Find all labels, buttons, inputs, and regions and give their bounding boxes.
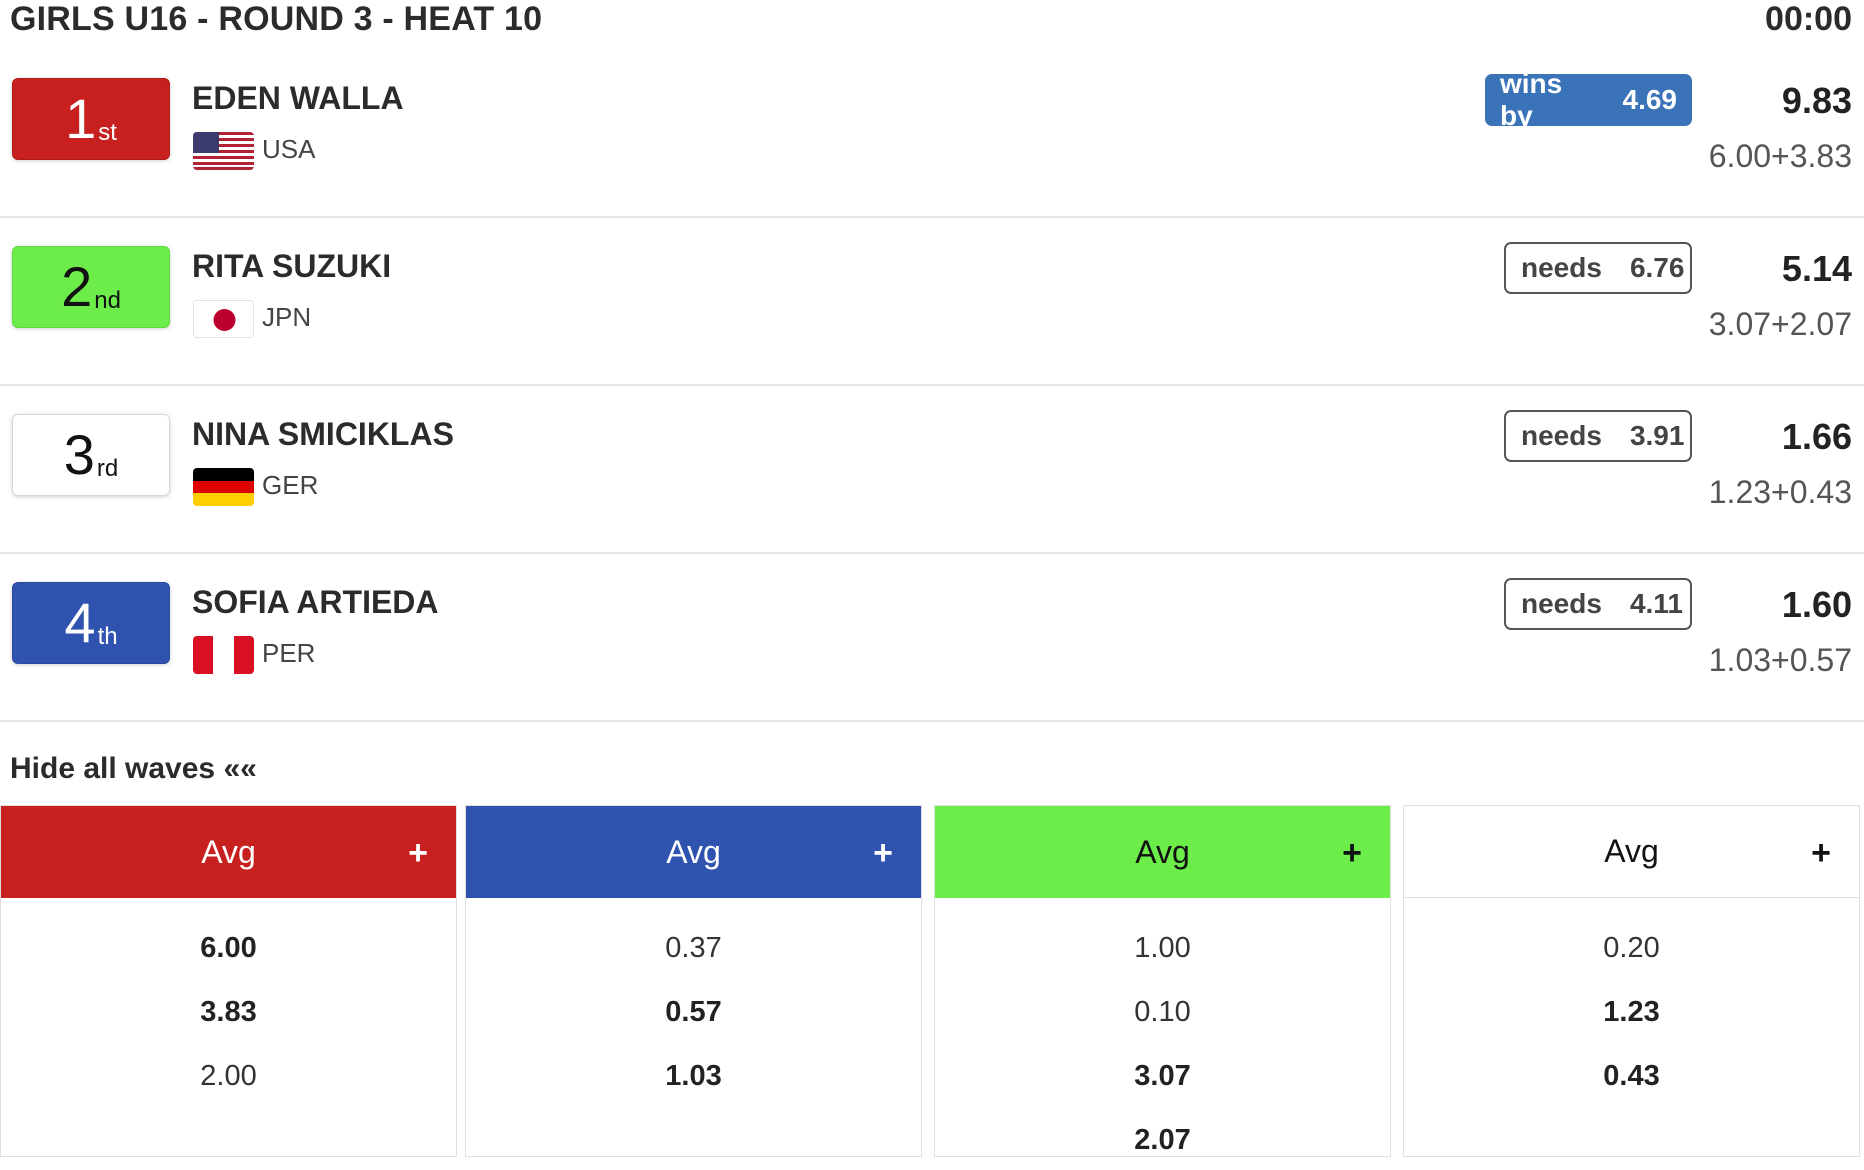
athlete-name: SOFIA ARTIEDA bbox=[192, 584, 439, 620]
country-code: PER bbox=[262, 638, 316, 668]
heat-page: GIRLS U16 - ROUND 3 - HEAT 10 00:00 1 st… bbox=[0, 0, 1864, 1170]
total-score: 5.14 bbox=[1781, 248, 1852, 289]
expand-plus-icon[interactable]: + bbox=[873, 834, 893, 873]
expand-plus-icon[interactable]: + bbox=[408, 834, 428, 873]
wave-column-title: Avg bbox=[201, 833, 256, 870]
wave-column-red: Avg + 6.00 3.83 2.00 bbox=[0, 805, 457, 1157]
badge-label: needs bbox=[1521, 588, 1602, 619]
place-number: 2 bbox=[61, 255, 93, 318]
athlete-name: NINA SMICIKLAS bbox=[192, 416, 454, 452]
peru-flag-icon bbox=[193, 636, 254, 674]
wave-score: 6.00 bbox=[200, 931, 257, 964]
wave-score: 0.57 bbox=[665, 995, 722, 1028]
wave-score: 3.83 bbox=[200, 995, 257, 1028]
total-score: 1.66 bbox=[1781, 416, 1852, 457]
wave-score-list: 1.00 0.10 3.07 2.07 bbox=[935, 898, 1390, 1170]
athlete-row-2[interactable]: 2 nd RITA SUZUKI JPN needs 6.76 5.14 3.0… bbox=[0, 218, 1864, 386]
place-badge: 1 st bbox=[12, 78, 170, 160]
wave-score-list: 6.00 3.83 2.00 bbox=[1, 898, 456, 1108]
place-number: 1 bbox=[65, 87, 97, 150]
wave-score: 1.00 bbox=[1134, 931, 1191, 964]
badge-value: 4.69 bbox=[1622, 84, 1678, 115]
badge-value: 3.91 bbox=[1629, 420, 1685, 451]
score-breakdown: 1.03+0.57 bbox=[1708, 642, 1852, 678]
country-code: JPN bbox=[262, 302, 312, 332]
wave-column-header: Avg + bbox=[1, 806, 456, 898]
wave-column-header: Avg + bbox=[1404, 806, 1859, 898]
place-badge: 3 rd bbox=[12, 414, 170, 496]
wave-column-title: Avg bbox=[1135, 833, 1190, 870]
wave-score: 0.43 bbox=[1603, 1059, 1660, 1092]
badge-label: needs bbox=[1521, 420, 1602, 451]
wave-column-green: Avg + 1.00 0.10 3.07 2.07 bbox=[934, 805, 1391, 1157]
needs-badge: needs 4.11 bbox=[1504, 578, 1692, 630]
badge-value: 6.76 bbox=[1629, 252, 1685, 283]
wave-score: 0.10 bbox=[1134, 995, 1191, 1028]
wave-score: 0.37 bbox=[665, 931, 722, 964]
wave-column-title: Avg bbox=[666, 833, 721, 870]
wave-column-blue: Avg + 0.37 0.57 1.03 bbox=[465, 805, 922, 1157]
score-breakdown: 3.07+2.07 bbox=[1708, 306, 1852, 342]
wave-column-header: Avg + bbox=[466, 806, 921, 898]
needs-badge: needs 3.91 bbox=[1504, 410, 1692, 462]
badge-value: 4.11 bbox=[1629, 588, 1683, 619]
country-code: USA bbox=[262, 134, 316, 164]
place-suffix: th bbox=[97, 623, 118, 650]
hide-all-waves-link[interactable]: Hide all waves «« bbox=[10, 752, 257, 786]
expand-plus-icon[interactable]: + bbox=[1342, 834, 1362, 873]
wave-column-title: Avg bbox=[1604, 833, 1659, 869]
athlete-name: EDEN WALLA bbox=[192, 80, 404, 116]
wave-score: 2.00 bbox=[200, 1059, 257, 1092]
wave-score: 3.07 bbox=[1134, 1059, 1191, 1092]
wave-score: 0.20 bbox=[1603, 931, 1660, 964]
place-suffix: nd bbox=[94, 287, 121, 314]
wave-column-white: Avg + 0.20 1.23 0.43 bbox=[1403, 805, 1860, 1157]
place-suffix: st bbox=[98, 119, 117, 146]
score-breakdown: 1.23+0.43 bbox=[1708, 474, 1852, 510]
japan-flag-icon bbox=[193, 300, 254, 338]
athlete-name: RITA SUZUKI bbox=[192, 248, 392, 284]
wave-score: 2.07 bbox=[1134, 1123, 1191, 1156]
athlete-row-4[interactable]: 4 th SOFIA ARTIEDA PER needs 4.11 1.60 1… bbox=[0, 554, 1864, 722]
usa-flag-icon bbox=[193, 132, 254, 170]
place-number: 4 bbox=[64, 591, 96, 654]
score-breakdown: 6.00+3.83 bbox=[1708, 138, 1852, 174]
country-code: GER bbox=[262, 470, 319, 500]
wave-score-list: 0.37 0.57 1.03 bbox=[466, 898, 921, 1108]
expand-plus-icon[interactable]: + bbox=[1811, 834, 1831, 873]
badge-label: wins by bbox=[1500, 68, 1563, 131]
wave-column-header: Avg + bbox=[935, 806, 1390, 898]
total-score: 1.60 bbox=[1781, 584, 1852, 625]
needs-badge: needs 6.76 bbox=[1504, 242, 1692, 294]
athlete-row-3[interactable]: 3 rd NINA SMICIKLAS GER needs 3.91 1.66 … bbox=[0, 386, 1864, 554]
place-badge: 2 nd bbox=[12, 246, 170, 328]
athlete-row-1[interactable]: 1 st EDEN WALLA USA wins by 4.69 9.83 6.… bbox=[0, 50, 1864, 218]
heat-timer: 00:00 bbox=[1765, 0, 1852, 38]
heat-header: GIRLS U16 - ROUND 3 - HEAT 10 00:00 bbox=[0, 0, 1864, 44]
place-suffix: rd bbox=[96, 455, 119, 482]
wave-score: 1.03 bbox=[665, 1059, 722, 1092]
place-number: 3 bbox=[63, 423, 95, 486]
badge-label: needs bbox=[1521, 252, 1602, 283]
wave-score: 1.23 bbox=[1603, 995, 1660, 1028]
wave-score-list: 0.20 1.23 0.43 bbox=[1404, 898, 1859, 1108]
total-score: 9.83 bbox=[1781, 80, 1852, 121]
place-badge: 4 th bbox=[12, 582, 170, 664]
heat-title: GIRLS U16 - ROUND 3 - HEAT 10 bbox=[10, 0, 543, 38]
germany-flag-icon bbox=[193, 468, 254, 506]
wins-by-badge: wins by 4.69 bbox=[1485, 68, 1692, 131]
